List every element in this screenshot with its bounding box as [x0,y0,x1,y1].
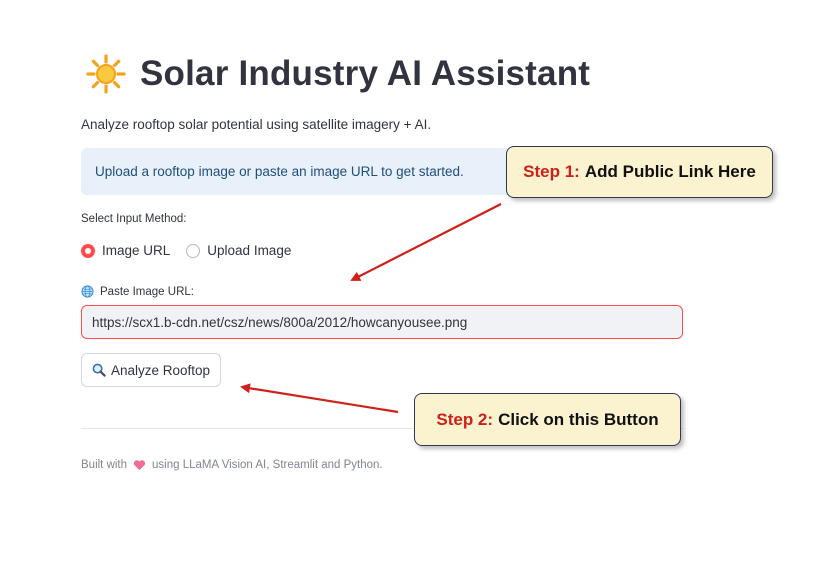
page-subtitle: Analyze rooftop solar potential using sa… [81,117,432,132]
globe-icon [81,285,94,298]
radio-image-url[interactable]: Image URL [81,243,170,258]
heart-icon [133,460,146,471]
footer-prefix: Built with [81,459,128,471]
magnifier-icon [92,363,106,377]
arrow-to-analyze-button [240,383,399,414]
analyze-rooftop-button[interactable]: Analyze Rooftop [81,353,222,387]
step1-callout: Step 1: Add Public Link Here [506,146,773,198]
radio-upload-image-label: Upload Image [207,243,292,258]
step1-text: Add Public Link Here [584,162,756,181]
radio-button-checked[interactable] [81,243,95,258]
step2-callout: Step 2: Click on this Button [414,393,681,446]
info-alert-text: Upload a rooftop image or paste an image… [95,164,464,179]
analyze-rooftop-button-label: Analyze Rooftop [111,362,211,378]
image-url-input[interactable] [81,305,683,339]
sun-icon [86,54,126,94]
step2-text: Click on this Button [498,409,659,429]
page-title: Solar Industry AI Assistant [140,54,591,93]
header: Solar Industry AI Assistant [86,54,590,94]
step2-key: Step 2: [436,409,494,429]
arrow-to-url-input [350,203,502,281]
input-method-label: Select Input Method: [81,213,187,225]
radio-button-unchecked[interactable] [186,243,201,258]
image-url-label-text: Paste Image URL: [100,285,194,298]
step1-key: Step 1: [523,162,580,181]
footer-suffix: using LLaMA Vision AI, Streamlit and Pyt… [152,459,383,471]
footer: Built with using LLaMA Vision AI, Stream… [81,459,383,471]
input-method-radio-group: Image URL Upload Image [81,243,307,258]
radio-image-url-label: Image URL [102,243,171,258]
radio-upload-image[interactable]: Upload Image [186,243,291,258]
image-url-label: Paste Image URL: [81,285,194,298]
